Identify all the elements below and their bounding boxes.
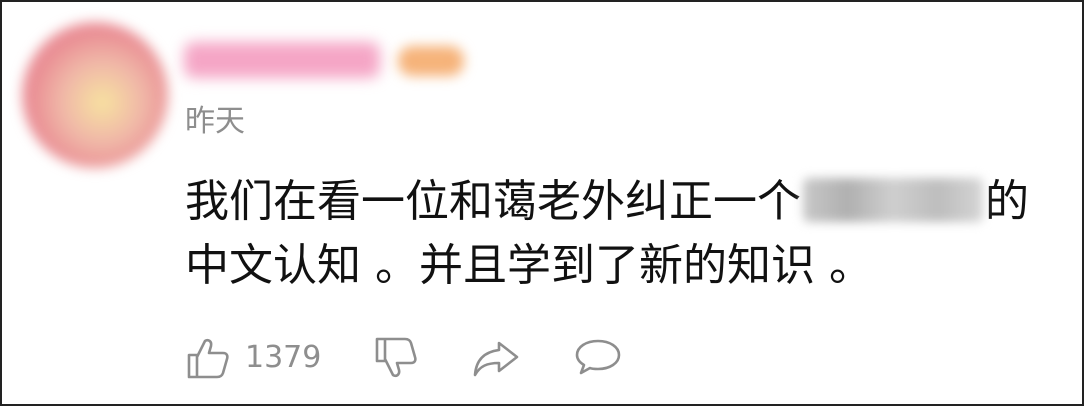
comment-line-1: 我们在看一位和蔼老外纠正一个 的 <box>185 170 1029 234</box>
redacted-text <box>803 178 983 222</box>
comment-card: 昨天 我们在看一位和蔼老外纠正一个 的 中文认知 。并且学到了新的知识 。 137… <box>0 0 1084 406</box>
comment-line-2: 中文认知 。并且学到了新的知识 。 <box>185 240 873 291</box>
comment-text-segment: 的 <box>985 176 1029 227</box>
reply-button[interactable] <box>573 335 623 381</box>
share-button[interactable] <box>471 335 521 381</box>
user-level-badge <box>398 46 464 76</box>
share-icon[interactable] <box>471 335 521 381</box>
username-redacted[interactable] <box>184 42 380 78</box>
like-count: 1379 <box>245 340 322 375</box>
comment-icon[interactable] <box>573 335 623 381</box>
comment-timestamp: 昨天 <box>185 104 245 139</box>
like-button[interactable]: 1379 <box>185 335 321 381</box>
thumbs-up-icon[interactable] <box>185 335 231 381</box>
dislike-button[interactable] <box>373 335 419 381</box>
thumbs-down-icon[interactable] <box>373 335 419 381</box>
comment-text: 我们在看一位和蔼老外纠正一个 的 中文认知 。并且学到了新的知识 。 <box>185 170 1029 298</box>
comment-text-segment: 我们在看一位和蔼老外纠正一个 <box>185 176 801 227</box>
avatar[interactable] <box>22 22 168 168</box>
comment-actions: 1379 <box>185 334 623 382</box>
